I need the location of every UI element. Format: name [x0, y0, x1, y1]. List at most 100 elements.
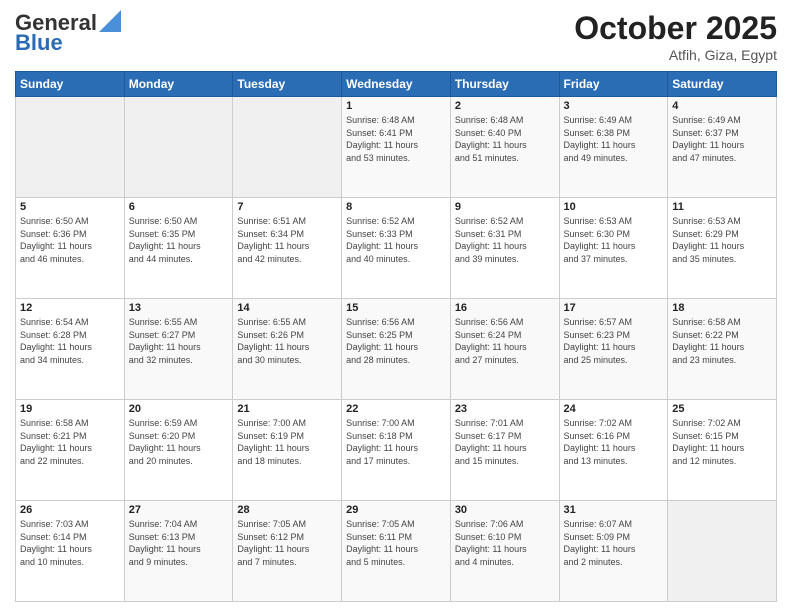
table-row: 7Sunrise: 6:51 AM Sunset: 6:34 PM Daylig…	[233, 198, 342, 299]
day-info: Sunrise: 6:48 AM Sunset: 6:40 PM Dayligh…	[455, 114, 555, 164]
month-title: October 2025	[574, 10, 777, 47]
day-info: Sunrise: 7:01 AM Sunset: 6:17 PM Dayligh…	[455, 417, 555, 467]
col-tuesday: Tuesday	[233, 72, 342, 97]
day-info: Sunrise: 6:48 AM Sunset: 6:41 PM Dayligh…	[346, 114, 446, 164]
header: General Blue October 2025 Atfih, Giza, E…	[15, 10, 777, 63]
day-number: 28	[237, 504, 337, 516]
day-number: 4	[672, 100, 772, 112]
table-row: 29Sunrise: 7:05 AM Sunset: 6:11 PM Dayli…	[342, 501, 451, 602]
table-row: 28 Sunrise: 7:05 AM Sunset: 6:12 PM Dayli…	[233, 501, 342, 602]
day-number: 2	[455, 100, 555, 112]
table-row: 17Sunrise: 6:57 AM Sunset: 6:23 PM Dayli…	[559, 299, 668, 400]
day-number: 20	[129, 403, 229, 415]
table-row: 1Sunrise: 6:48 AM Sunset: 6:41 PM Daylig…	[342, 97, 451, 198]
table-row: 4 Sunrise: 6:49 AM Sunset: 6:37 PM Daylig…	[668, 97, 777, 198]
day-info: Sunrise: 6:56 AM Sunset: 6:25 PM Dayligh…	[346, 316, 446, 366]
day-number: 21	[237, 403, 337, 415]
day-number: 5	[20, 201, 120, 213]
table-row: 22Sunrise: 7:00 AM Sunset: 6:18 PM Dayli…	[342, 400, 451, 501]
table-row: 18 Sunrise: 6:58 AM Sunset: 6:22 PM Dayli…	[668, 299, 777, 400]
table-row	[233, 97, 342, 198]
table-row: 2 Sunrise: 6:48 AM Sunset: 6:40 PM Daylig…	[450, 97, 559, 198]
day-info: Sunrise: 6:50 AM Sunset: 6:36 PM Dayligh…	[20, 215, 120, 265]
calendar-week-row: 12 Sunrise: 6:54 AM Sunset: 6:28 PM Dayli…	[16, 299, 777, 400]
table-row: 30 Sunrise: 7:06 AM Sunset: 6:10 PM Dayli…	[450, 501, 559, 602]
day-number: 30	[455, 504, 555, 516]
calendar-week-row: 19 Sunrise: 6:58 AM Sunset: 6:21 PM Dayli…	[16, 400, 777, 501]
day-number: 29	[346, 504, 446, 516]
day-number: 8	[346, 201, 446, 213]
day-number: 26	[20, 504, 120, 516]
page: General Blue October 2025 Atfih, Giza, E…	[0, 0, 792, 612]
day-number: 12	[20, 302, 120, 314]
table-row: 5 Sunrise: 6:50 AM Sunset: 6:36 PM Daylig…	[16, 198, 125, 299]
day-info: Sunrise: 6:56 AM Sunset: 6:24 PM Dayligh…	[455, 316, 555, 366]
table-row: 23 Sunrise: 7:01 AM Sunset: 6:17 PM Dayli…	[450, 400, 559, 501]
day-info: Sunrise: 6:52 AM Sunset: 6:31 PM Dayligh…	[455, 215, 555, 265]
calendar-week-row: 5 Sunrise: 6:50 AM Sunset: 6:36 PM Daylig…	[16, 198, 777, 299]
day-info: Sunrise: 6:58 AM Sunset: 6:21 PM Dayligh…	[20, 417, 120, 467]
table-row: 11 Sunrise: 6:53 AM Sunset: 6:29 PM Dayli…	[668, 198, 777, 299]
location: Atfih, Giza, Egypt	[574, 47, 777, 63]
day-info: Sunrise: 7:00 AM Sunset: 6:19 PM Dayligh…	[237, 417, 337, 467]
table-row: 21 Sunrise: 7:00 AM Sunset: 6:19 PM Dayli…	[233, 400, 342, 501]
day-info: Sunrise: 7:02 AM Sunset: 6:16 PM Dayligh…	[564, 417, 664, 467]
day-info: Sunrise: 6:53 AM Sunset: 6:29 PM Dayligh…	[672, 215, 772, 265]
day-info: Sunrise: 7:06 AM Sunset: 6:10 PM Dayligh…	[455, 518, 555, 568]
day-number: 27	[129, 504, 229, 516]
day-number: 11	[672, 201, 772, 213]
calendar-week-row: 1Sunrise: 6:48 AM Sunset: 6:41 PM Daylig…	[16, 97, 777, 198]
day-number: 6	[129, 201, 229, 213]
table-row: 6 Sunrise: 6:50 AM Sunset: 6:35 PM Daylig…	[124, 198, 233, 299]
day-number: 18	[672, 302, 772, 314]
table-row: 27Sunrise: 7:04 AM Sunset: 6:13 PM Dayli…	[124, 501, 233, 602]
day-info: Sunrise: 6:55 AM Sunset: 6:27 PM Dayligh…	[129, 316, 229, 366]
day-info: Sunrise: 6:50 AM Sunset: 6:35 PM Dayligh…	[129, 215, 229, 265]
table-row: 24 Sunrise: 7:02 AM Sunset: 6:16 PM Dayli…	[559, 400, 668, 501]
table-row: 20 Sunrise: 6:59 AM Sunset: 6:20 PM Dayli…	[124, 400, 233, 501]
day-number: 19	[20, 403, 120, 415]
table-row: 25 Sunrise: 7:02 AM Sunset: 6:15 PM Dayli…	[668, 400, 777, 501]
day-info: Sunrise: 6:54 AM Sunset: 6:28 PM Dayligh…	[20, 316, 120, 366]
table-row: 15 Sunrise: 6:56 AM Sunset: 6:25 PM Dayli…	[342, 299, 451, 400]
day-info: Sunrise: 6:53 AM Sunset: 6:30 PM Dayligh…	[564, 215, 664, 265]
logo-blue: Blue	[15, 30, 63, 56]
table-row	[668, 501, 777, 602]
day-number: 23	[455, 403, 555, 415]
day-info: Sunrise: 7:03 AM Sunset: 6:14 PM Dayligh…	[20, 518, 120, 568]
table-row	[16, 97, 125, 198]
day-info: Sunrise: 6:49 AM Sunset: 6:37 PM Dayligh…	[672, 114, 772, 164]
col-wednesday: Wednesday	[342, 72, 451, 97]
col-saturday: Saturday	[668, 72, 777, 97]
day-info: Sunrise: 6:57 AM Sunset: 6:23 PM Dayligh…	[564, 316, 664, 366]
table-row: 31Sunrise: 6:07 AM Sunset: 5:09 PM Dayli…	[559, 501, 668, 602]
col-friday: Friday	[559, 72, 668, 97]
table-row: 13 Sunrise: 6:55 AM Sunset: 6:27 PM Dayli…	[124, 299, 233, 400]
day-info: Sunrise: 7:02 AM Sunset: 6:15 PM Dayligh…	[672, 417, 772, 467]
table-row: 19 Sunrise: 6:58 AM Sunset: 6:21 PM Dayli…	[16, 400, 125, 501]
calendar: Sunday Monday Tuesday Wednesday Thursday…	[15, 71, 777, 602]
table-row: 14 Sunrise: 6:55 AM Sunset: 6:26 PM Dayli…	[233, 299, 342, 400]
col-monday: Monday	[124, 72, 233, 97]
day-number: 24	[564, 403, 664, 415]
day-info: Sunrise: 6:49 AM Sunset: 6:38 PM Dayligh…	[564, 114, 664, 164]
day-number: 13	[129, 302, 229, 314]
table-row: 12 Sunrise: 6:54 AM Sunset: 6:28 PM Dayli…	[16, 299, 125, 400]
day-info: Sunrise: 6:58 AM Sunset: 6:22 PM Dayligh…	[672, 316, 772, 366]
day-number: 9	[455, 201, 555, 213]
day-info: Sunrise: 7:00 AM Sunset: 6:18 PM Dayligh…	[346, 417, 446, 467]
day-number: 14	[237, 302, 337, 314]
day-info: Sunrise: 6:59 AM Sunset: 6:20 PM Dayligh…	[129, 417, 229, 467]
day-info: Sunrise: 6:55 AM Sunset: 6:26 PM Dayligh…	[237, 316, 337, 366]
table-row: 3 Sunrise: 6:49 AM Sunset: 6:38 PM Daylig…	[559, 97, 668, 198]
day-number: 25	[672, 403, 772, 415]
calendar-header-row: Sunday Monday Tuesday Wednesday Thursday…	[16, 72, 777, 97]
day-info: Sunrise: 6:51 AM Sunset: 6:34 PM Dayligh…	[237, 215, 337, 265]
calendar-week-row: 26 Sunrise: 7:03 AM Sunset: 6:14 PM Dayli…	[16, 501, 777, 602]
day-info: Sunrise: 7:05 AM Sunset: 6:12 PM Dayligh…	[237, 518, 337, 568]
logo-arrow-icon	[99, 10, 121, 32]
day-info: Sunrise: 6:07 AM Sunset: 5:09 PM Dayligh…	[564, 518, 664, 568]
day-number: 3	[564, 100, 664, 112]
day-number: 15	[346, 302, 446, 314]
table-row: 26 Sunrise: 7:03 AM Sunset: 6:14 PM Dayli…	[16, 501, 125, 602]
